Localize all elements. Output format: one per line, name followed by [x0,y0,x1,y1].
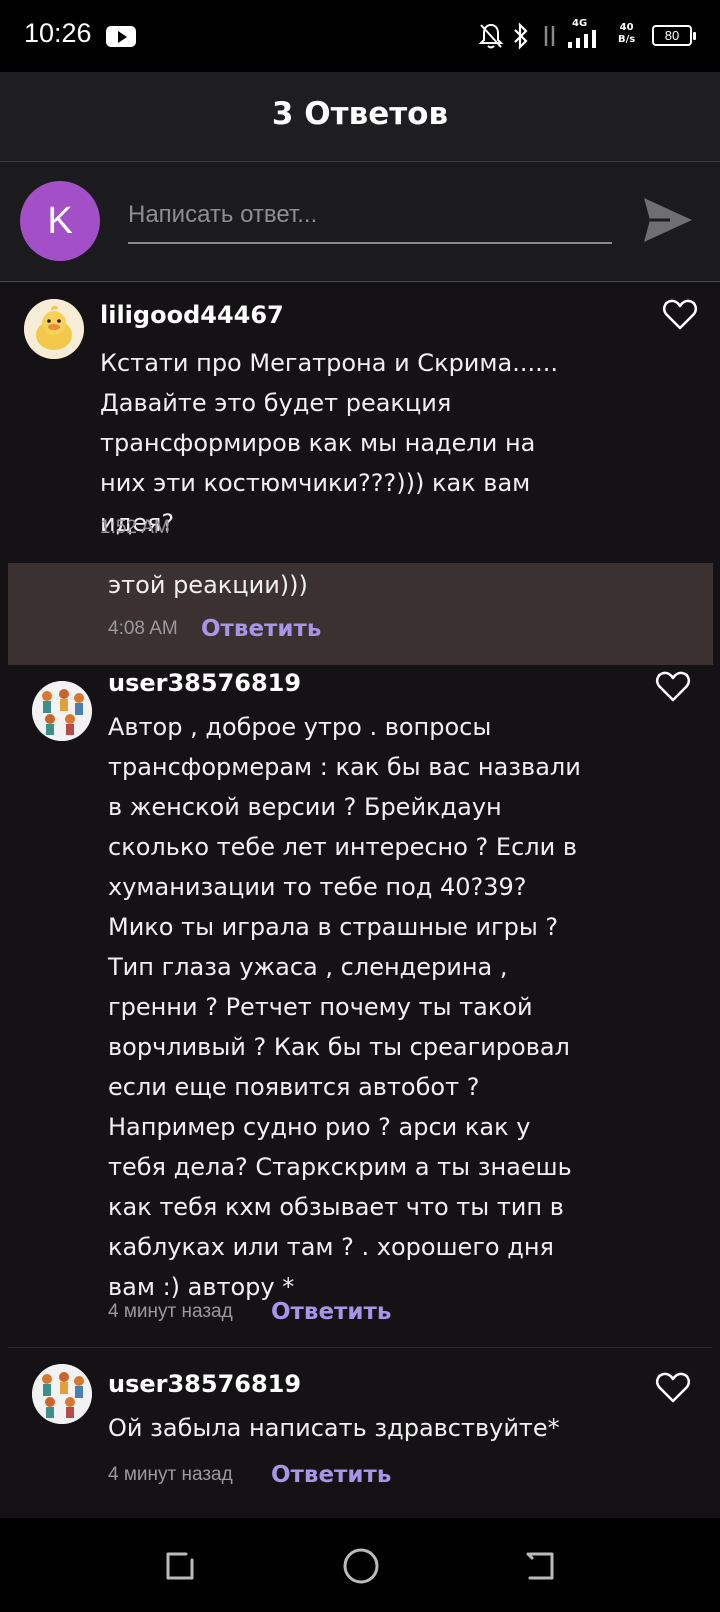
avatar[interactable] [32,1364,92,1424]
reply-composer: K [0,162,720,282]
reply-input[interactable] [128,188,612,244]
page-title: 3 Ответов [271,96,449,132]
data-arrows-icon [544,26,555,46]
comment-time: 1:52 AM [100,517,170,538]
like-heart-icon[interactable] [662,297,698,331]
bluetooth-icon [514,22,528,50]
comment-time: 4 минут назад [108,1301,233,1322]
comment-text: Ой забыла написать здравствуйте* [108,1414,560,1442]
speed-value: 40 [619,22,634,33]
comment-time: 4:08 AM [108,618,178,639]
battery-icon: 80 [652,25,696,46]
comment-username[interactable]: user38576819 [108,1370,301,1398]
status-bar: 10:26 4G 40 B/s 80 [0,0,720,72]
speed-unit: B/s [618,34,636,45]
like-heart-icon[interactable] [655,1370,691,1404]
send-icon[interactable] [640,192,696,248]
home-icon[interactable] [341,1546,381,1586]
recent-apps-icon[interactable] [162,1548,198,1584]
duck-avatar-icon [24,299,84,359]
user-avatar: K [20,181,100,261]
signal-icon [568,30,596,48]
comment-text: этой реакции))) [108,571,308,599]
back-icon[interactable] [522,1548,558,1584]
mute-bell-icon [478,23,504,49]
reply-button[interactable]: Ответить [271,1299,391,1325]
header: 3 Ответов [0,72,720,162]
comment-item: user38576819 Автор , доброе утро . вопро… [0,665,720,1345]
comment-item: liligood44467 Кстати про Мегатрона и Скр… [0,283,720,553]
reply-button[interactable]: Ответить [201,616,321,642]
comment-time: 4 минут назад [108,1464,233,1485]
reply-button[interactable]: Ответить [271,1462,391,1488]
avatar[interactable] [24,299,84,359]
comment-username[interactable]: liligood44467 [100,301,284,329]
comment-text: Кстати про Мегатрона и Скрима...... Дава… [100,349,558,537]
comment-text: Автор , доброе утро . вопросы трансформе… [108,713,581,1301]
like-heart-icon[interactable] [655,669,691,703]
status-time: 10:26 [24,18,92,48]
network-type: 4G [572,18,588,29]
comment-item: user38576819 Ой забыла написать здравств… [0,1348,720,1508]
characters-avatar-icon [32,1364,92,1424]
network-speed: 40 B/s [618,22,635,46]
comment-item: этой реакции))) 4:08 AM Ответить [0,563,720,665]
system-nav-bar [0,1518,720,1612]
characters-avatar-icon [32,681,92,741]
avatar[interactable] [32,681,92,741]
comment-username[interactable]: user38576819 [108,669,301,697]
youtube-notification-icon [106,26,136,47]
